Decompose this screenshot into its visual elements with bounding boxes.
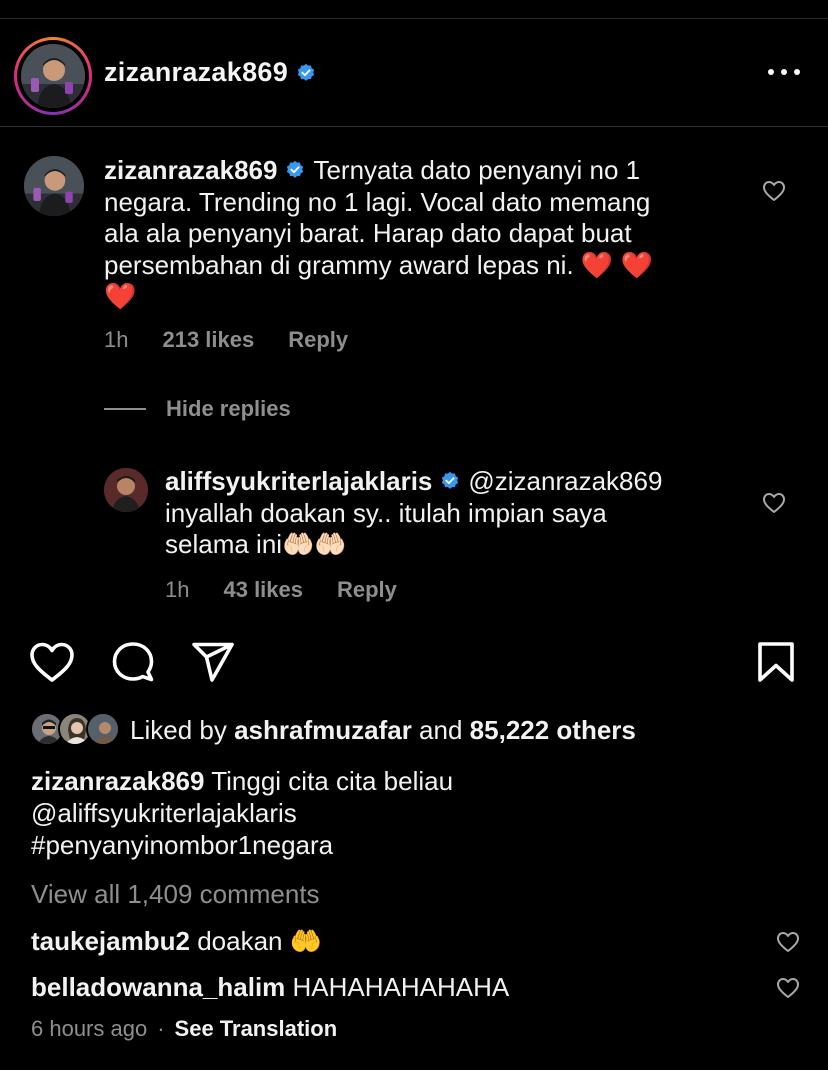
bookmark-icon[interactable]	[753, 641, 799, 683]
preview-comment-username[interactable]: taukejambu2	[31, 926, 190, 956]
comment-meta: 1h 213 likes Reply	[104, 327, 348, 353]
post-caption: zizanrazak869 Tinggi cita cita beliau @a…	[31, 765, 771, 861]
likes-count[interactable]: 85,222 others	[470, 715, 636, 745]
verified-badge-icon	[442, 471, 459, 489]
comment-bubble-icon[interactable]	[110, 641, 156, 683]
reply-avatar[interactable]	[104, 468, 148, 512]
header-username[interactable]: zizanrazak869	[104, 57, 316, 88]
preview-comment-heart-icon[interactable]	[776, 977, 800, 999]
story-ring[interactable]	[14, 37, 92, 115]
reply-likes[interactable]: 43 likes	[223, 577, 303, 603]
comment-time: 1h	[104, 327, 129, 352]
preview-comment: belladowanna_halim HAHAHAHAHAHA	[31, 972, 509, 1003]
comment-text: zizanrazak869 Ternyata dato penyanyi no 1…	[104, 155, 653, 311]
post-header: zizanrazak869	[0, 19, 828, 127]
reply-meta: 1h 43 likes Reply	[165, 577, 397, 603]
comment-avatar[interactable]	[24, 156, 84, 216]
share-send-icon[interactable]	[190, 641, 236, 683]
liker-avatar	[86, 712, 120, 746]
post-footer: 6 hours ago · See Translation	[31, 1016, 337, 1042]
like-heart-icon[interactable]	[29, 641, 75, 683]
preview-comment-username[interactable]: belladowanna_halim	[31, 972, 285, 1002]
avatar	[21, 44, 85, 108]
reply-username[interactable]: aliffsyukriterlajaklaris	[165, 466, 432, 496]
preview-comment-text: doakan 🤲	[197, 926, 323, 956]
post-timestamp: 6 hours ago	[31, 1016, 148, 1041]
liker-username[interactable]: ashrafmuzafar	[234, 715, 412, 745]
preview-comment: taukejambu2 doakan 🤲	[31, 926, 322, 957]
caption-hashtag[interactable]: #penyanyinombor1negara	[31, 829, 771, 861]
separator-dot: ·	[157, 1016, 165, 1041]
likes-summary[interactable]: Liked by ashrafmuzafar and 85,222 others	[130, 715, 636, 746]
more-options-icon[interactable]	[768, 69, 800, 79]
comment-likes[interactable]: 213 likes	[162, 327, 254, 353]
reply-button[interactable]: Reply	[288, 327, 348, 353]
caption-mention[interactable]: @aliffsyukriterlajaklaris	[31, 797, 771, 829]
caption-text: Tinggi cita cita beliau	[211, 766, 454, 796]
preview-comment-heart-icon[interactable]	[776, 931, 800, 953]
hide-replies-button[interactable]: Hide replies	[104, 396, 291, 422]
liker-avatars[interactable]	[30, 712, 122, 748]
likes-row: Liked by ashrafmuzafar and 85,222 others	[30, 712, 636, 748]
comment-like-heart-icon[interactable]	[762, 180, 786, 202]
preview-comment-text: HAHAHAHAHAHA	[292, 972, 510, 1002]
replies-divider-line	[104, 408, 146, 410]
reply-time: 1h	[165, 577, 190, 602]
caption-username[interactable]: zizanrazak869	[31, 766, 204, 796]
comment-username[interactable]: zizanrazak869	[104, 155, 277, 185]
reply-like-heart-icon[interactable]	[762, 492, 786, 514]
view-all-comments-link[interactable]: View all 1,409 comments	[31, 879, 320, 910]
verified-badge-icon	[287, 160, 304, 178]
reply-button[interactable]: Reply	[337, 577, 397, 603]
see-translation-link[interactable]: See Translation	[175, 1016, 338, 1042]
reply-mention[interactable]: @zizanrazak869	[468, 466, 662, 496]
reply-text: aliffsyukriterlajaklaris @zizanrazak869 i…	[165, 466, 663, 559]
verified-badge-icon	[297, 63, 315, 81]
